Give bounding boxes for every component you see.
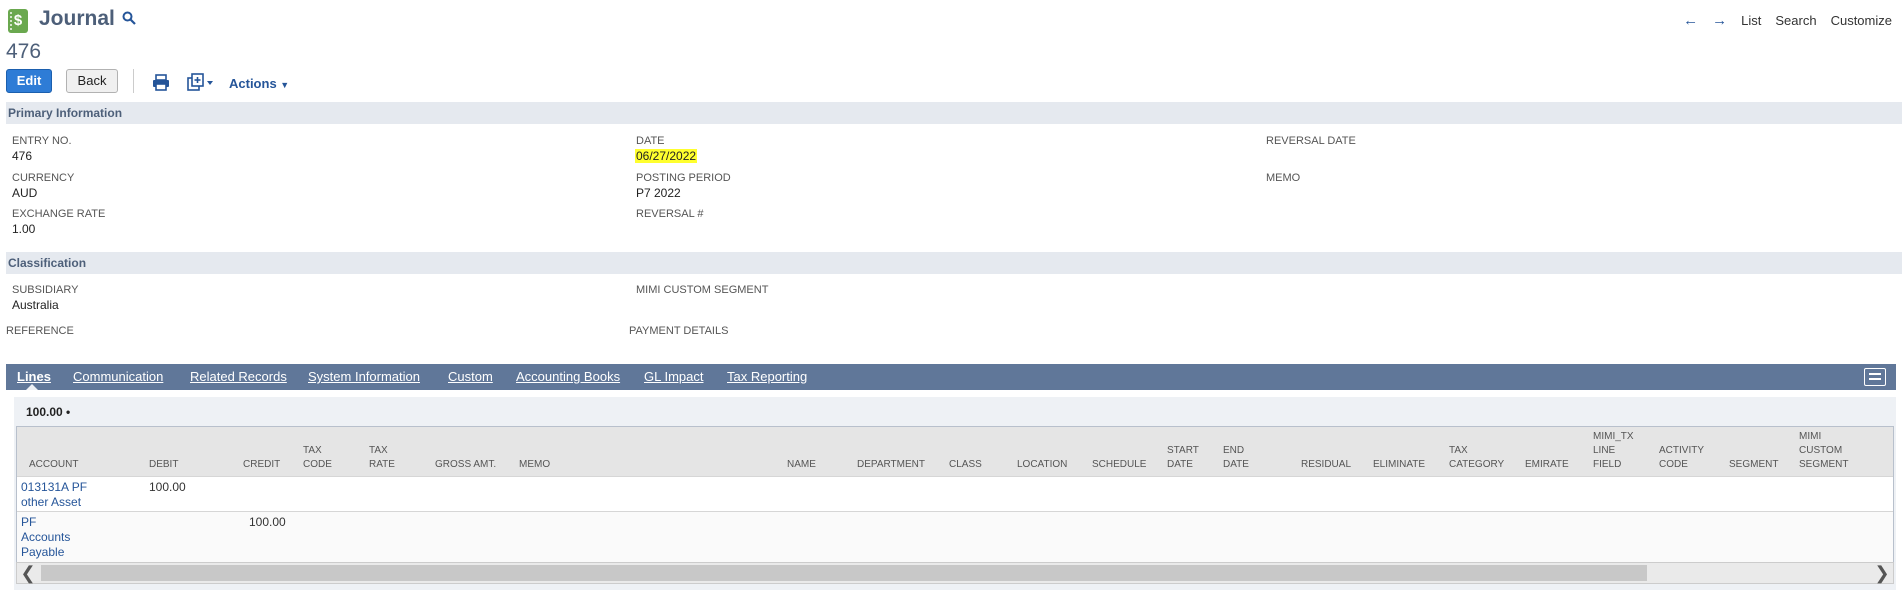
search-icon[interactable] [122,11,136,25]
record-number: 476 [6,40,42,63]
posting-period-label: POSTING PERIOD [636,172,731,184]
col-account[interactable]: ACCOUNT [29,458,78,472]
col-start-date[interactable]: START DATE [1167,444,1207,472]
line-account-link[interactable]: PF Accounts Payable [21,515,81,560]
actions-label: Actions [229,76,277,91]
col-location[interactable]: LOCATION [1017,458,1067,472]
subsidiary-value: Australia [12,298,59,312]
next-record-arrow-icon[interactable]: → [1712,12,1727,29]
edit-button[interactable]: Edit [6,69,52,93]
date-label: DATE [636,135,665,147]
customize-link[interactable]: Customize [1831,13,1892,28]
col-schedule[interactable]: SCHEDULE [1092,458,1146,472]
col-tax-category[interactable]: TAX CATEGORY [1449,444,1509,472]
tab-system-information[interactable]: System Information [308,364,420,390]
payment-details-label: PAYMENT DETAILS [629,325,729,337]
entry-no-value: 476 [12,149,33,163]
lines-subtotal: 100.00 • [26,405,71,419]
subtab-bar: Lines Communication Related Records Syst… [6,364,1896,390]
toolbar-divider [133,69,134,93]
col-memo[interactable]: MEMO [519,458,550,472]
col-class[interactable]: CLASS [949,458,982,472]
tab-tax-reporting[interactable]: Tax Reporting [727,364,807,390]
previous-record-arrow-icon[interactable]: ← [1683,12,1698,29]
record-navigation: ← → List Search Customize [1683,12,1892,29]
line-debit: 100.00 [149,480,186,494]
col-segment[interactable]: SEGMENT [1729,458,1778,472]
exchange-rate-label: EXCHANGE RATE [12,208,106,220]
col-end-date[interactable]: END DATE [1223,444,1263,472]
make-copy-icon[interactable] [185,73,215,91]
col-credit[interactable]: CREDIT [243,458,280,472]
date-value: 06/27/2022 [635,149,698,163]
actions-menu[interactable]: Actions ▼ [229,76,289,91]
reversal-no-label: REVERSAL # [636,208,704,220]
back-button[interactable]: Back [66,69,118,93]
tab-accounting-books[interactable]: Accounting Books [516,364,620,390]
col-gross-amt[interactable]: GROSS AMT. [435,458,496,472]
scrollbar-thumb[interactable] [41,565,1647,581]
horizontal-scrollbar[interactable]: ❮ ❯ [16,562,1894,584]
scroll-right-icon[interactable]: ❯ [1871,563,1893,583]
view-all-subtabs-icon[interactable] [1864,368,1886,386]
col-tax-rate[interactable]: TAX RATE [369,444,409,472]
reference-label: REFERENCE [6,325,74,337]
tab-custom[interactable]: Custom [448,364,493,390]
print-icon[interactable] [152,74,170,91]
primary-information-header[interactable]: Primary Information [6,102,1902,124]
col-mimi-tx-line-field[interactable]: MIMI_TX LINE FIELD [1593,430,1641,472]
col-eliminate[interactable]: ELIMINATE [1373,458,1425,472]
tab-communication[interactable]: Communication [73,364,163,390]
scroll-left-icon[interactable]: ❮ [17,563,39,583]
currency-value: AUD [12,186,38,200]
col-mimi-custom-segment[interactable]: MIMI CUSTOM SEGMENT [1799,430,1859,472]
table-row[interactable]: PF Accounts Payable 100.00 [17,511,1893,562]
line-credit: 100.00 [249,515,286,529]
col-residual[interactable]: RESIDUAL [1301,458,1351,472]
reversal-date-label: REVERSAL DATE [1266,135,1356,147]
col-activity-code[interactable]: ACTIVITY CODE [1659,444,1711,472]
col-debit[interactable]: DEBIT [149,458,178,472]
table-row[interactable]: 013131A PF other Asset 100.00 [17,476,1893,511]
search-link[interactable]: Search [1775,13,1816,28]
list-link[interactable]: List [1741,13,1761,28]
chevron-down-icon: ▼ [280,80,290,90]
classification-header[interactable]: Classification [6,252,1902,274]
mimi-custom-segment-label: MIMI CUSTOM SEGMENT [636,284,769,296]
currency-label: CURRENCY [12,172,75,184]
exchange-rate-value: 1.00 [12,222,36,236]
lines-grid: ACCOUNT DEBIT CREDIT TAX CODE TAX RATE G… [16,426,1894,562]
grid-header-row: ACCOUNT DEBIT CREDIT TAX CODE TAX RATE G… [17,427,1893,476]
col-name[interactable]: NAME [787,458,816,472]
posting-period-value: P7 2022 [636,186,681,200]
entry-no-label: ENTRY NO. [12,135,72,147]
col-department[interactable]: DEPARTMENT [857,458,925,472]
tab-gl-impact[interactable]: GL Impact [644,364,703,390]
journal-record-icon: $ [8,9,28,33]
tab-related-records[interactable]: Related Records [190,364,287,390]
col-tax-code[interactable]: TAX CODE [303,444,343,472]
subsidiary-label: SUBSIDIARY [12,284,79,296]
col-emirate[interactable]: EMIRATE [1525,458,1569,472]
active-tab-caret [26,384,38,390]
memo-label: MEMO [1266,172,1301,184]
page-title: Journal [39,7,115,30]
line-account-link[interactable]: 013131A PF other Asset [21,480,91,510]
